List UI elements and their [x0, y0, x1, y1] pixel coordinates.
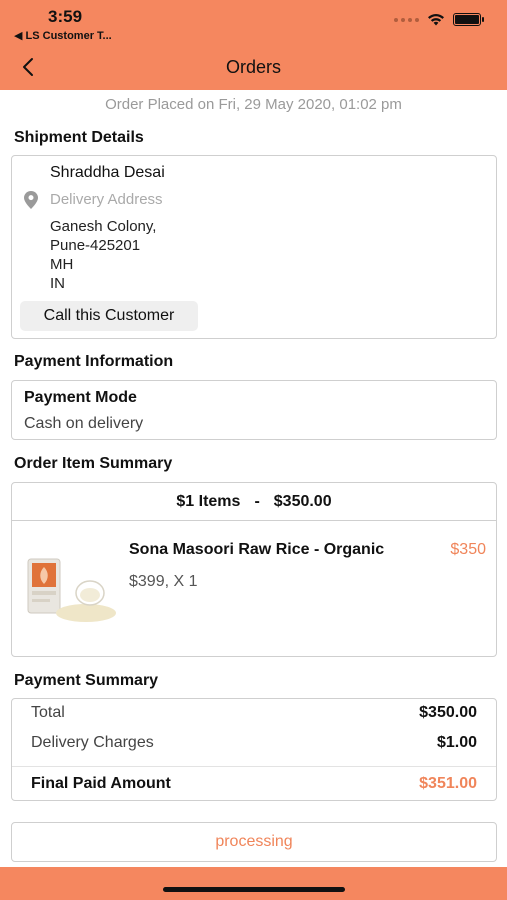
- status-icons: [394, 13, 484, 26]
- summary-divider: [12, 766, 496, 767]
- page-title: Orders: [225, 57, 281, 77]
- items-separator: -: [254, 492, 260, 510]
- payment-summary-heading: Payment Summary: [14, 672, 159, 689]
- shipment-details-heading: Shipment Details: [14, 129, 144, 146]
- order-status-button[interactable]: processing: [11, 822, 497, 862]
- payment-information-heading: Payment Information: [14, 353, 174, 370]
- signal-icon: [394, 17, 419, 22]
- address-line: IN: [50, 275, 65, 292]
- wifi-icon: [428, 14, 444, 26]
- header: 3:59 ◀ LS Customer T... Orders: [0, 0, 507, 90]
- summary-row-final: Final Paid Amount $351.00: [31, 775, 477, 793]
- address-line: MH: [50, 256, 74, 273]
- items-total: $350.00: [273, 492, 332, 510]
- product-unit-quantity: $399, X 1: [129, 573, 198, 590]
- location-pin-icon: [24, 191, 38, 209]
- delivery-address-label: Delivery Address: [50, 191, 163, 208]
- product-price: $350: [450, 541, 486, 558]
- address-line: Pune-425201: [50, 237, 141, 254]
- total-value: $350.00: [419, 704, 477, 721]
- order-placed-date: Order Placed on Fri, 29 May 2020, 01:02 …: [105, 96, 402, 113]
- product-image: [27, 558, 116, 622]
- order-item-summary-heading: Order Item Summary: [14, 455, 173, 472]
- product-name: Sona Masoori Raw Rice - Organic: [129, 541, 385, 558]
- summary-row-total: Total $350.00: [31, 704, 477, 722]
- order-items-card: $1 Items - $350.00 Sona Masoori Raw Rice…: [11, 482, 497, 657]
- address-line: Ganesh Colony,: [50, 218, 157, 235]
- items-count: $1 Items: [176, 492, 241, 510]
- back-to-app-link[interactable]: ◀ LS Customer T...: [14, 29, 112, 42]
- payment-summary-card: Total $350.00 Delivery Charges $1.00 Fin…: [11, 698, 497, 801]
- payment-mode-label: Payment Mode: [24, 389, 137, 406]
- payment-card: Payment Mode Cash on delivery: [11, 380, 497, 440]
- delivery-charges-value: $1.00: [436, 734, 477, 751]
- total-label: Total: [31, 704, 65, 721]
- summary-row-delivery: Delivery Charges $1.00: [31, 734, 477, 752]
- call-customer-button[interactable]: Call this Customer: [20, 301, 198, 331]
- customer-name: Shraddha Desai: [50, 164, 165, 181]
- bottom-bar: [0, 867, 507, 900]
- shipment-card: Shraddha Desai Delivery Address Ganesh C…: [11, 155, 497, 339]
- status-time: 3:59: [48, 7, 83, 26]
- payment-mode-value: Cash on delivery: [24, 415, 144, 432]
- battery-icon: [453, 13, 484, 26]
- items-summary-header: $1 Items - $350.00: [12, 483, 496, 521]
- final-paid-label: Final Paid Amount: [31, 775, 171, 792]
- final-paid-value: $351.00: [419, 775, 477, 792]
- delivery-charges-label: Delivery Charges: [31, 734, 154, 751]
- home-indicator[interactable]: [163, 887, 345, 892]
